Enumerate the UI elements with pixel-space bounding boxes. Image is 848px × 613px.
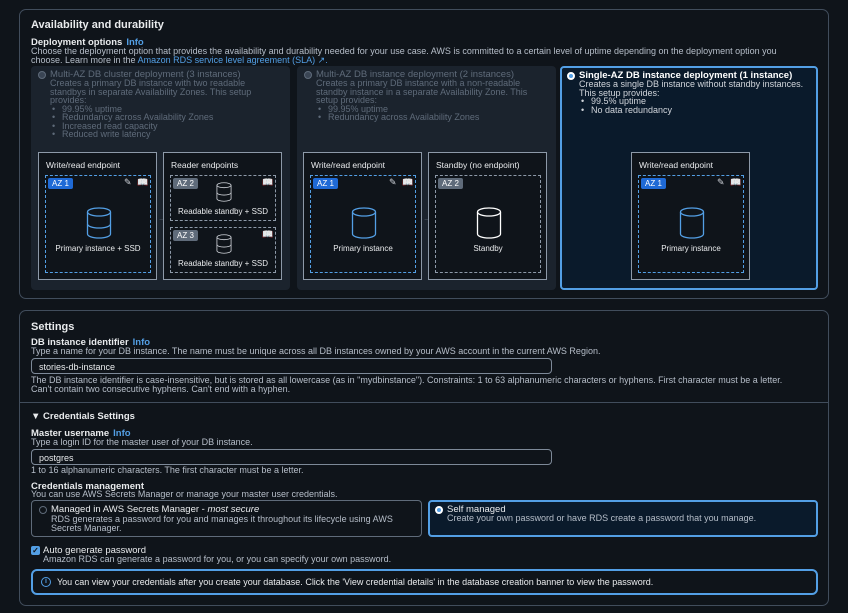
database-icon — [351, 207, 377, 239]
az1-zone: AZ 1 ✎ 📖 Primary instance + SSD — [45, 175, 151, 273]
availability-panel: Availability and durability Deployment o… — [19, 9, 829, 299]
settings-panel: Settings DB instance identifier Info Type… — [19, 310, 829, 606]
standby-box: Standby (no endpoint) AZ 2 Standby — [428, 152, 547, 280]
radio-single-az[interactable] — [567, 72, 575, 80]
az3-zone: AZ 3 📖 Readable standby + SSD — [170, 227, 276, 273]
database-icon — [216, 182, 232, 202]
deployment-desc: Choose the deployment option that provid… — [31, 46, 777, 65]
radio-managed[interactable] — [39, 506, 47, 514]
option-desc: Creates a primary DB instance with two r… — [50, 79, 251, 139]
external-link-icon: ↗. — [315, 55, 328, 65]
option-multi-az-instance[interactable]: Multi-AZ DB instance deployment (2 insta… — [297, 66, 556, 290]
db-identifier-desc: Type a name for your DB instance. The na… — [31, 346, 601, 356]
caret-down-icon: ▼ — [31, 411, 44, 422]
pencil-icon: ✎ — [124, 177, 132, 187]
managed-secrets-option[interactable]: Managed in AWS Secrets Manager - most se… — [31, 500, 422, 537]
availability-title: Availability and durability — [31, 19, 164, 31]
database-icon — [216, 234, 232, 254]
credentials-management-desc: You can use AWS Secrets Manager or manag… — [31, 489, 338, 499]
primary-ssd-label: Primary instance + SSD — [55, 244, 141, 253]
write-read-endpoint-box: Write/read endpoint AZ 1 ✎ 📖 Primary ins… — [303, 152, 422, 280]
credentials-settings-toggle[interactable]: ▼ Credentials Settings — [31, 411, 135, 422]
auto-generate-desc: Amazon RDS can generate a password for y… — [43, 554, 392, 564]
db-identifier-hint: The DB instance identifier is case-insen… — [31, 375, 783, 394]
radio-multi-az-cluster[interactable] — [38, 71, 46, 79]
az2-zone: AZ 2 📖 Readable standby + SSD — [170, 175, 276, 221]
db-identifier-input[interactable]: stories-db-instance — [31, 358, 552, 374]
database-icon — [679, 207, 705, 239]
master-username-desc: Type a login ID for the master user of y… — [31, 437, 253, 447]
az1-zone: AZ 1 ✎ 📖 Primary instance — [310, 175, 416, 273]
pencil-icon: ✎ — [717, 177, 725, 187]
book-icon: 📖 — [730, 177, 742, 187]
radio-self-managed[interactable] — [435, 506, 443, 514]
settings-title: Settings — [31, 321, 75, 333]
book-icon: 📖 — [402, 177, 414, 187]
write-read-endpoint-box: Write/read endpoint AZ 1 ✎ 📖 Primary ins… — [631, 152, 750, 280]
option-single-az[interactable]: Single-AZ DB instance deployment (1 inst… — [560, 66, 818, 290]
reader-endpoints-box: Reader endpoints AZ 2 📖 Readable standby… — [163, 152, 282, 280]
database-icon — [86, 207, 112, 239]
option-desc: Creates a primary DB instance with a non… — [316, 79, 527, 122]
book-icon: 📖 — [262, 229, 274, 239]
master-username-input[interactable]: postgres — [31, 449, 552, 465]
radio-multi-az-instance[interactable] — [304, 71, 312, 79]
pencil-icon: ✎ — [389, 177, 397, 187]
book-icon: 📖 — [262, 177, 274, 187]
self-managed-option[interactable]: Self managed Create your own password or… — [428, 500, 818, 537]
master-username-hint: 1 to 16 alphanumeric characters. The fir… — [31, 465, 304, 475]
divider — [20, 402, 828, 403]
az1-zone: AZ 1 ✎ 📖 Primary instance — [638, 175, 744, 273]
sla-link[interactable]: Amazon RDS service level agreement (SLA) — [138, 55, 316, 65]
database-icon — [476, 207, 502, 239]
option-desc: Creates a single DB instance without sta… — [579, 80, 803, 114]
option-multi-az-cluster[interactable]: Multi-AZ DB cluster deployment (3 instan… — [31, 66, 290, 290]
write-read-endpoint-box: Write/read endpoint AZ 1 ✎ 📖 Primary ins… — [38, 152, 157, 280]
book-icon: 📖 — [137, 177, 149, 187]
az1-badge: AZ 1 — [48, 178, 73, 189]
info-icon: i — [41, 577, 51, 587]
az2-zone: AZ 2 Standby — [435, 175, 541, 273]
credentials-info-alert: i You can view your credentials after yo… — [31, 569, 818, 595]
auto-generate-checkbox[interactable]: ✓ — [31, 546, 40, 555]
